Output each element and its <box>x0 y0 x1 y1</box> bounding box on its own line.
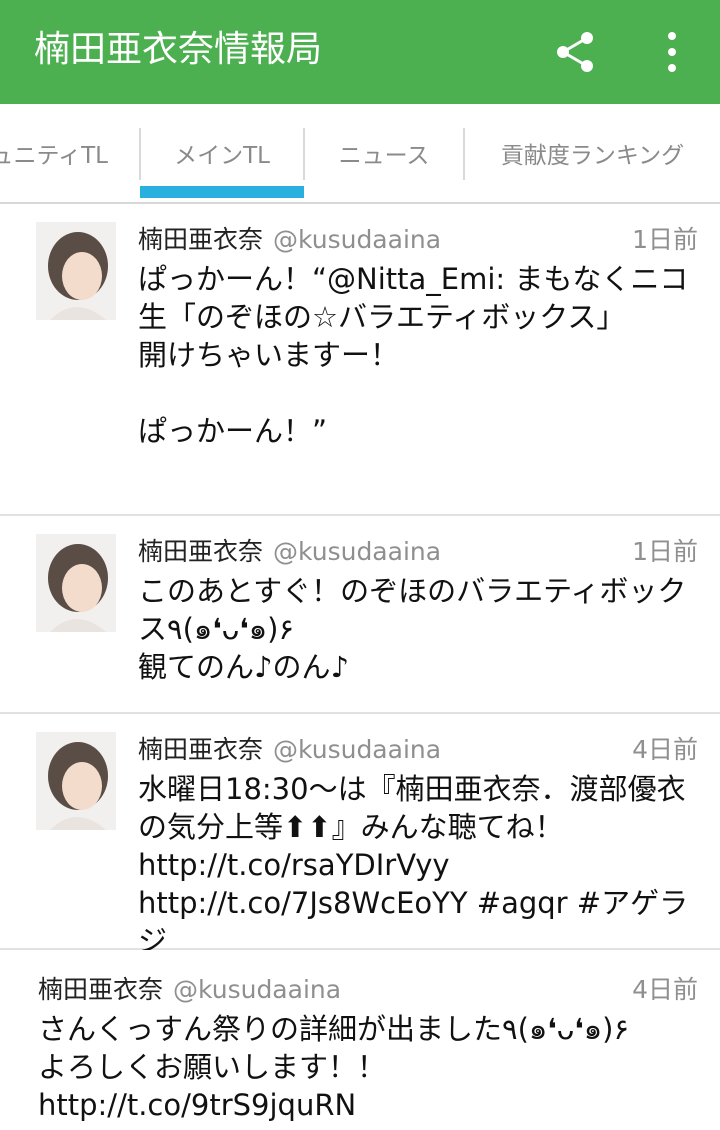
tweet-user-handle[interactable]: @kusudaaina <box>173 975 341 1004</box>
tweet-time: 4日前 <box>632 735 698 764</box>
tweet-user-handle[interactable]: @kusudaaina <box>273 225 441 254</box>
share-icon[interactable] <box>552 28 600 76</box>
tab-bar: ュニティTL メインTL ニュース 貢献度ランキング <box>0 104 720 204</box>
tweet-time: 1日前 <box>632 225 698 254</box>
tweet-item[interactable]: 楠田亜衣奈 @kusudaaina 4日前 水曜日18:30〜は『楠田亜衣奈．渡部… <box>0 714 720 958</box>
tweet-time: 4日前 <box>632 975 698 1004</box>
tweet-text: このあとすぐ！のぞほのバラエティボックス٩(๑❛ᴗ❛๑)۶ 観てのん♪のん♪ <box>138 574 687 684</box>
tweet-time: 1日前 <box>632 537 698 566</box>
selected-tab-indicator <box>140 186 304 198</box>
tweet-text: さんくっすん祭りの詳細が出ました٩(๑❛ᴗ❛๑)۶ よろしくお願いします！！ht… <box>38 1012 630 1122</box>
tweet-header: 楠田亜衣奈 @kusudaaina 1日前 <box>138 222 698 258</box>
tab-contribution-ranking[interactable]: 貢献度ランキング <box>465 104 720 202</box>
avatar[interactable] <box>36 732 116 830</box>
tweet-header: 楠田亜衣奈 @kusudaaina 1日前 <box>138 534 698 570</box>
tweet-user-name[interactable]: 楠田亜衣奈 <box>138 225 263 254</box>
tweet-item[interactable]: 楠田亜衣奈 @kusudaaina 1日前 ぱっかーん！“@Nitta_Emi: … <box>0 204 720 516</box>
tab-news[interactable]: ニュース <box>305 104 463 202</box>
app-title: 楠田亜衣奈情報局 <box>34 29 323 70</box>
tab-community-tl[interactable]: ュニティTL <box>0 104 138 202</box>
avatar[interactable] <box>36 534 116 632</box>
tweet-user-handle[interactable]: @kusudaaina <box>273 735 441 764</box>
more-vert-icon[interactable] <box>650 28 694 76</box>
tweet-item[interactable]: 楠田亜衣奈 @kusudaaina 1日前 このあとすぐ！のぞほのバラエティボック… <box>0 516 720 714</box>
tweet-item[interactable]: 楠田亜衣奈 @kusudaaina 4日前 さんくっすん祭りの詳細が出ました٩(๑… <box>0 950 720 1130</box>
avatar[interactable] <box>36 222 116 320</box>
tweet-header: 楠田亜衣奈 @kusudaaina 4日前 <box>38 972 698 1008</box>
tweet-user-name[interactable]: 楠田亜衣奈 <box>138 735 263 764</box>
tweet-user-handle[interactable]: @kusudaaina <box>273 537 441 566</box>
tweet-user-name[interactable]: 楠田亜衣奈 <box>38 975 163 1004</box>
tweet-text: ぱっかーん！“@Nitta_Emi: まもなくニコ生「のぞほの☆バラエティボック… <box>138 262 689 448</box>
tweet-text: 水曜日18:30〜は『楠田亜衣奈．渡部優衣の気分上等⬆︎⬆︎』みんな聴てね！ht… <box>138 772 689 958</box>
app-bar: 楠田亜衣奈情報局 <box>0 0 720 104</box>
tweet-user-name[interactable]: 楠田亜衣奈 <box>138 537 263 566</box>
tweet-header: 楠田亜衣奈 @kusudaaina 4日前 <box>138 732 698 768</box>
